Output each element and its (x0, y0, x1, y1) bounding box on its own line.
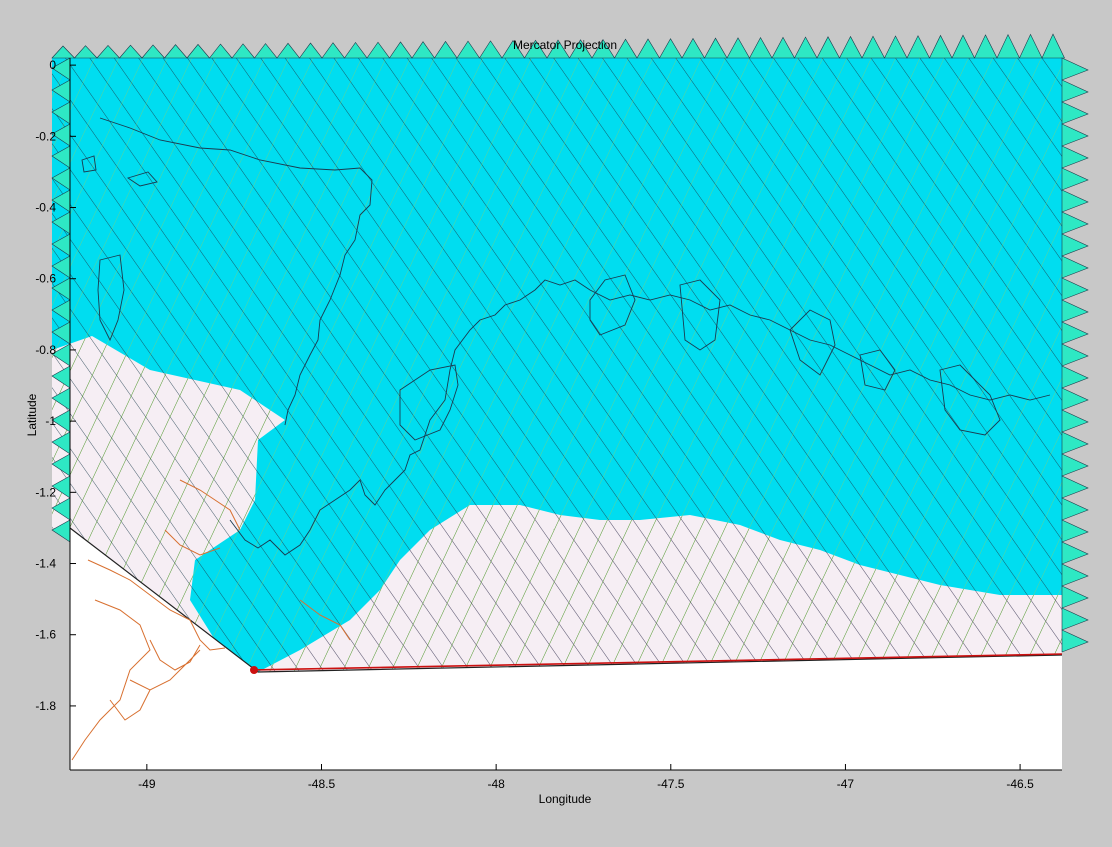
grid-edge-tooth (411, 41, 436, 59)
grid-mesh (52, 58, 1062, 672)
grid-edge-tooth (231, 43, 256, 59)
grid-edge-tooth (681, 37, 706, 59)
y-tick-label: -1.2 (35, 485, 56, 499)
grid-edge-tooth (1061, 57, 1089, 81)
chart-title: Mercator Projection (513, 38, 617, 52)
grid-edge-tooth (839, 35, 863, 59)
x-tick-label: -47.5 (657, 777, 685, 791)
grid-edge-tooth (929, 34, 953, 59)
x-tick-label: -49 (138, 777, 156, 791)
grid-edge-tooth (433, 40, 458, 59)
grid-edge-tooth (388, 41, 413, 59)
grid-edge-tooth (794, 36, 818, 59)
grid-edge-tooth (703, 37, 728, 59)
grid-edge-tooth (1061, 585, 1089, 609)
y-tick-label: -1 (45, 414, 56, 428)
grid-edge-tooth (1061, 607, 1089, 631)
grid-edge-tooth (1061, 123, 1089, 147)
grid-edge-tooth (1061, 629, 1089, 653)
map-figure: -49 -48.5 -48 -47.5 -47 -46.5 0 -0.2 -0.4 -0.6 -0… (25, 33, 1089, 806)
grid-edge-tooth (1061, 497, 1089, 521)
x-tick-label: -47 (837, 777, 855, 791)
grid-edge-tooth (1061, 255, 1089, 279)
y-tick-label: 0 (49, 58, 56, 72)
grid-edge-tooth (771, 36, 796, 59)
grid-edge-tooth (951, 34, 975, 59)
grid-edge-tooth (1061, 145, 1089, 169)
grid-edge-tooth (1061, 431, 1089, 455)
grid-edge-tooth (1061, 101, 1089, 125)
grid-edge-tooth (1061, 409, 1089, 433)
grid-edge-tooth (1041, 33, 1065, 59)
y-tick-label: -0.4 (35, 201, 56, 215)
x-tick-label: -48.5 (308, 777, 336, 791)
x-axis-label: Longitude (539, 792, 592, 806)
grid-edge-tooth (96, 45, 121, 59)
grid-edge-tooth (884, 35, 908, 59)
grid-edge-tooth (974, 34, 998, 59)
grid-edge-tooth (1061, 211, 1089, 235)
grid-edge-tooth (861, 35, 885, 59)
grid-edge-tooth (1061, 475, 1089, 499)
grid-edge-tooth (1061, 387, 1089, 411)
grid-edge-tooth (1061, 189, 1089, 213)
grid-edge-tooth (1019, 33, 1043, 59)
grid-edge-tooth (321, 42, 346, 59)
grid-edge-tooth (163, 44, 188, 59)
grid-edge-tooth (1061, 519, 1089, 543)
grid-edge-tooth (1061, 167, 1089, 191)
boundary-marker (250, 666, 258, 674)
grid-edge-tooth (1061, 541, 1089, 565)
grid-edge-tooth (906, 35, 930, 59)
grid-edge-tooth (186, 43, 211, 59)
y-axis-label: Latitude (25, 393, 39, 436)
grid-edge-tooth (208, 43, 233, 59)
grid-edge-tooth (1061, 453, 1089, 477)
grid-edge-tooth (298, 42, 323, 59)
y-tick-label: -0.8 (35, 343, 56, 357)
grid-edge-tooth (276, 42, 301, 59)
grid-edge-tooth (1061, 79, 1089, 103)
y-tick-label: -1.4 (35, 557, 56, 571)
grid-edge-tooth (726, 37, 751, 59)
grid-edge-tooth (748, 37, 773, 59)
x-tick-label: -48 (487, 777, 505, 791)
grid-edge-tooth (816, 36, 841, 59)
grid-edge-tooth (343, 41, 368, 59)
grid-edge-tooth (141, 44, 166, 59)
grid-edge-tooth (658, 38, 683, 59)
y-tick-label: -1.8 (35, 699, 56, 713)
grid-edge-tooth (1061, 277, 1089, 301)
x-tick-label: -46.5 (1006, 777, 1034, 791)
grid-edge-tooth (73, 45, 98, 59)
grid-edge-tooth (366, 41, 391, 59)
grid-edge-tooth (478, 40, 503, 59)
x-tick-labels: -49 -48.5 -48 -47.5 -47 -46.5 (138, 777, 1034, 791)
grid-edge-tooth (118, 44, 143, 59)
y-tick-label: -0.2 (35, 129, 56, 143)
grid-edge-tooth (51, 45, 76, 59)
grid-edge-tooth (1061, 233, 1089, 257)
grid-edge-tooth (1061, 343, 1089, 367)
grid-edge-tooth (996, 33, 1020, 59)
grid-edge-tooth (1061, 321, 1089, 345)
grid-edge-tooth (456, 40, 481, 59)
grid-edge-tooth (1061, 563, 1089, 587)
grid-edge-tooth (636, 38, 661, 59)
grid-edge-tooth (1061, 365, 1089, 389)
grid-edge-tooth (613, 38, 638, 59)
y-tick-label: -0.6 (35, 272, 56, 286)
grid-edge-tooth (253, 43, 278, 59)
y-tick-label: -1.6 (35, 628, 56, 642)
grid-edge-tooth (1061, 299, 1089, 323)
